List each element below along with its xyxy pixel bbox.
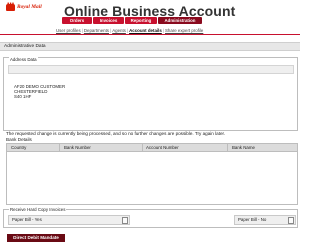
bank-details-title: Bank Details <box>6 137 32 142</box>
address-legend: Address Data <box>9 57 38 62</box>
chevron-down-icon[interactable] <box>122 217 128 224</box>
paper-bill-select-right[interactable]: Paper Bill - No <box>234 215 296 225</box>
subnav-agents[interactable]: Agents <box>112 28 126 33</box>
hard-copy-invoices-panel: Receive Hard Copy Invoices Paper Bill - … <box>3 207 298 228</box>
crown-icon <box>6 2 15 11</box>
hard-copy-invoices-legend: Receive Hard Copy Invoices <box>9 207 67 212</box>
main-tabs: Orders Invoices Reporting Administration <box>62 17 202 24</box>
direct-debit-mandate-button[interactable]: Direct Debit Mandate <box>7 234 65 242</box>
column-divider <box>227 144 228 151</box>
section-header: Administrative Data <box>0 42 300 51</box>
subnav-user-profiles[interactable]: User profiles <box>56 28 81 33</box>
subnav-departments[interactable]: Departments <box>84 28 109 33</box>
column-header-bank-name: Bank Name <box>232 145 255 150</box>
address-header-box <box>8 65 294 74</box>
sub-navigation: User profiles | Departments | Agents | A… <box>0 26 300 35</box>
chevron-down-icon[interactable] <box>288 217 294 224</box>
tab-reporting[interactable]: Reporting <box>125 17 157 24</box>
address-line: S40 1HF <box>14 93 32 99</box>
royal-mail-logo[interactable]: Royal Mail <box>6 2 42 14</box>
address-block: AF20 DEMO CUSTOMER CHESTERFIELD S40 1HF <box>14 84 65 99</box>
bank-details-table: Country Bank Number Account Number Bank … <box>6 143 298 205</box>
column-header-account-number: Account Number <box>146 145 179 150</box>
column-header-country: Country <box>11 145 27 150</box>
processing-notice: The requested change is currently being … <box>6 131 226 136</box>
table-header: Country Bank Number Account Number Bank … <box>7 144 297 152</box>
section-title: Administrative Data <box>4 44 46 49</box>
paper-bill-value: Paper Bill - Yes <box>12 217 42 222</box>
address-panel: Address Data AF20 DEMO CUSTOMER CHESTERF… <box>3 57 298 131</box>
column-divider <box>142 144 143 151</box>
column-divider <box>59 144 60 151</box>
subnav-share-expert-profile[interactable]: Share expert profile <box>165 28 203 33</box>
paper-bill-select-left[interactable]: Paper Bill - Yes <box>8 215 130 225</box>
subnav-account-details[interactable]: Account details <box>129 28 162 33</box>
tab-invoices[interactable]: Invoices <box>93 17 124 24</box>
tab-administration[interactable]: Administration <box>158 17 202 24</box>
column-header-bank-number: Bank Number <box>64 145 91 150</box>
logo-text: Royal Mail <box>17 4 42 10</box>
tab-orders[interactable]: Orders <box>62 17 92 24</box>
paper-bill-value: Paper Bill - No <box>238 217 267 222</box>
